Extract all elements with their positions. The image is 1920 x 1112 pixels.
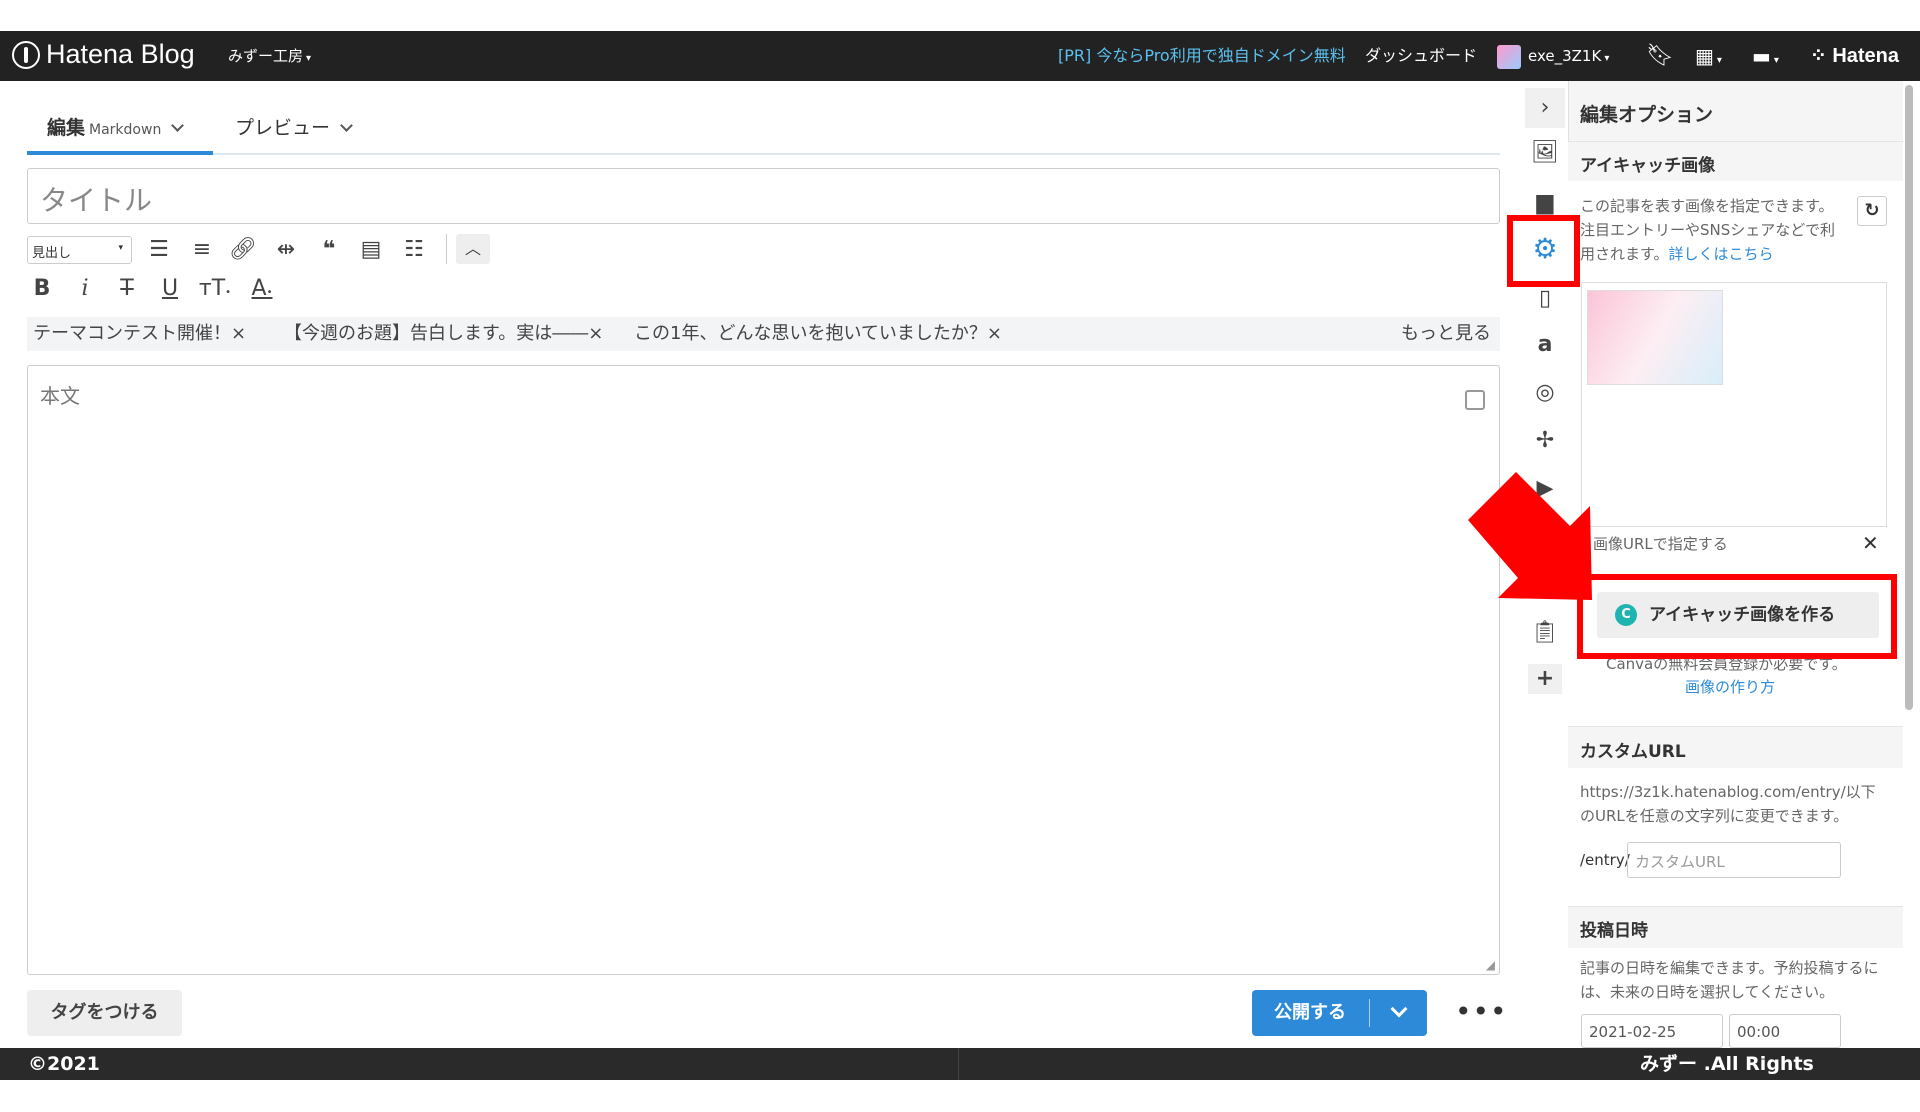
caret-down-icon: ▾ bbox=[306, 53, 312, 64]
publish-divider bbox=[1369, 999, 1370, 1027]
global-header: Hatena Blog みずー工房 ▾ [PR] 今ならPro利用で独自ドメイン無… bbox=[0, 31, 1920, 81]
close-icon[interactable]: ✕ bbox=[1862, 531, 1879, 555]
photo-icon[interactable]: 🖼︎ bbox=[1530, 138, 1560, 168]
body-placeholder: 本文 bbox=[40, 384, 80, 408]
logo-text: Hatena Blog bbox=[46, 39, 195, 69]
eyecatch-thumbnail[interactable] bbox=[1587, 290, 1723, 385]
footer-copyright: ©2021 bbox=[28, 1053, 100, 1075]
read-more-icon[interactable]: ☷ bbox=[397, 235, 431, 265]
caret-down-icon: ▾ bbox=[1604, 53, 1610, 64]
annotation-box-gear bbox=[1507, 215, 1580, 287]
instagram-icon[interactable]: ◎ bbox=[1530, 378, 1560, 408]
table-of-contents-icon[interactable]: ▤ bbox=[354, 235, 388, 265]
dashboard-link[interactable]: ダッシュボード bbox=[1365, 31, 1477, 81]
eyecatch-heading: アイキャッチ画像 bbox=[1580, 156, 1716, 176]
hatena-text: Hatena bbox=[1832, 45, 1900, 67]
heading-select-value: 見出し bbox=[32, 246, 72, 261]
toolbar-divider bbox=[446, 234, 447, 264]
clipboard-icon[interactable]: 📋︎ bbox=[1530, 618, 1560, 648]
copy-icon[interactable] bbox=[1465, 390, 1485, 410]
title-input[interactable]: タイトル bbox=[27, 168, 1500, 224]
chevron-down-icon[interactable] bbox=[1390, 1000, 1408, 1018]
bold-icon[interactable]: B bbox=[25, 274, 59, 304]
blog-selector[interactable]: みずー工房 ▾ bbox=[228, 31, 311, 84]
username: exe_3Z1K bbox=[1528, 47, 1602, 65]
collapse-toolbar-icon[interactable]: ︿ bbox=[456, 234, 490, 264]
tab-edit-mode: Markdown bbox=[89, 122, 162, 138]
user-menu[interactable]: exe_3Z1K ▾ bbox=[1528, 31, 1609, 84]
post-date-input[interactable]: 2021-02-25 bbox=[1581, 1014, 1723, 1048]
more-menu-icon[interactable]: ••• bbox=[1455, 995, 1508, 1028]
plus-icon[interactable]: + bbox=[1528, 664, 1562, 694]
post-date-heading: 投稿日時 bbox=[1580, 921, 1648, 941]
link-icon[interactable]: 🔗︎ bbox=[226, 235, 260, 265]
chevron-right-icon[interactable]: › bbox=[1525, 88, 1565, 128]
tab-edit[interactable]: 編集 Markdown bbox=[27, 105, 213, 155]
blog-name: みずー工房 bbox=[228, 47, 304, 65]
custom-url-desc: https://3z1k.hatenablog.com/entry/以下のURL… bbox=[1580, 783, 1876, 825]
bookmark-icon[interactable]: 🔖︎ bbox=[1646, 31, 1674, 81]
amazon-icon[interactable]: a bbox=[1530, 330, 1560, 360]
hatena-logo-icon bbox=[12, 40, 40, 69]
chevron-down-icon bbox=[340, 119, 353, 132]
more-themes-link[interactable]: もっと見る bbox=[1401, 317, 1491, 351]
document-icon[interactable]: ▯ bbox=[1530, 284, 1560, 314]
tab-preview-label: プレビュー bbox=[235, 117, 331, 139]
entry-prefix: /entry/ bbox=[1580, 851, 1630, 869]
publish-button[interactable]: 公開する bbox=[1252, 990, 1427, 1036]
apps-grid-icon[interactable]: ▦ ▾ bbox=[1695, 31, 1722, 86]
caret-down-icon: ▾ bbox=[118, 243, 123, 253]
footer-rights: みずー .All Rights Reserved bbox=[1640, 1053, 1814, 1107]
hatena-link[interactable]: ⁘ Hatena bbox=[1810, 31, 1899, 81]
horizontal-rule-icon[interactable]: ⇹ bbox=[269, 235, 303, 265]
custom-url-heading: カスタムURL bbox=[1580, 742, 1686, 762]
text-color-icon[interactable]: A• bbox=[245, 274, 279, 308]
avatar[interactable] bbox=[1497, 45, 1521, 69]
promo-link[interactable]: [PR] 今ならPro利用で独自ドメイン無料 bbox=[1058, 31, 1346, 81]
bullet-list-icon[interactable]: ☰ bbox=[142, 235, 176, 265]
folder-icon[interactable]: ▆ bbox=[1530, 188, 1560, 218]
publish-label: 公開する bbox=[1274, 1002, 1346, 1023]
panel-title: 編集オプション bbox=[1580, 104, 1714, 126]
editor-tabs: 編集 Markdown プレビュー bbox=[27, 105, 1500, 155]
add-tag-button[interactable]: タグをつける bbox=[27, 990, 182, 1036]
hatena-blog-logo[interactable]: Hatena Blog bbox=[12, 39, 195, 70]
theme-item[interactable]: 【今週のお題】告白します。実は――× bbox=[284, 317, 603, 351]
numbered-list-icon[interactable]: ≡ bbox=[185, 235, 219, 265]
chevron-down-icon bbox=[171, 119, 185, 132]
theme-item[interactable]: テーマコンテスト開催！× bbox=[33, 317, 246, 351]
annotation-arrow-icon bbox=[1468, 472, 1592, 600]
footer-divider bbox=[958, 1048, 959, 1080]
heading-select[interactable]: 見出し ▾ bbox=[27, 236, 132, 264]
refresh-icon[interactable]: ↻ bbox=[1857, 196, 1887, 226]
tab-preview[interactable]: プレビュー bbox=[235, 105, 353, 155]
image-url-label[interactable]: 画像URLで指定する bbox=[1593, 532, 1728, 556]
theme-item[interactable]: この1年、どんな思いを抱いていましたか？× bbox=[634, 317, 1002, 351]
details-link[interactable]: 詳しくはこちら bbox=[1669, 245, 1774, 263]
howto-link[interactable]: 画像の作り方 bbox=[1685, 675, 1775, 699]
footer: ©2021 みずー .All Rights Reserved bbox=[0, 1048, 1920, 1107]
resize-handle-icon[interactable]: ◢ bbox=[1486, 958, 1495, 972]
italic-icon[interactable]: i bbox=[68, 274, 102, 304]
notification-icon[interactable]: ▬ ▾ bbox=[1752, 31, 1779, 86]
panel-scrollbar[interactable] bbox=[1905, 85, 1913, 710]
body-textarea[interactable]: 本文 ◢ bbox=[27, 365, 1500, 975]
post-date-desc: 記事の日時を編集できます。予約投稿するには、未来の日時を選択してください。 bbox=[1580, 959, 1879, 1001]
font-size-icon[interactable]: ᴛT• bbox=[198, 274, 232, 308]
quote-icon[interactable]: ❝ bbox=[312, 235, 346, 265]
eyecatch-desc: この記事を表す画像を指定できます。注目エントリーやSNSシェアなどで利用されます… bbox=[1580, 194, 1845, 266]
strikethrough-icon[interactable]: T bbox=[110, 274, 144, 304]
theme-suggestions: テーマコンテスト開催！× 【今週のお題】告白します。実は――× この1年、どんな… bbox=[27, 317, 1500, 351]
tab-edit-label: 編集 bbox=[47, 117, 86, 139]
post-time-input[interactable]: 00:00 bbox=[1729, 1014, 1841, 1048]
pinwheel-icon[interactable]: ✢ bbox=[1530, 426, 1560, 456]
underline-icon[interactable]: U bbox=[153, 274, 187, 304]
custom-url-input[interactable]: カスタムURL bbox=[1627, 842, 1841, 878]
annotation-box-create-button bbox=[1577, 574, 1897, 659]
